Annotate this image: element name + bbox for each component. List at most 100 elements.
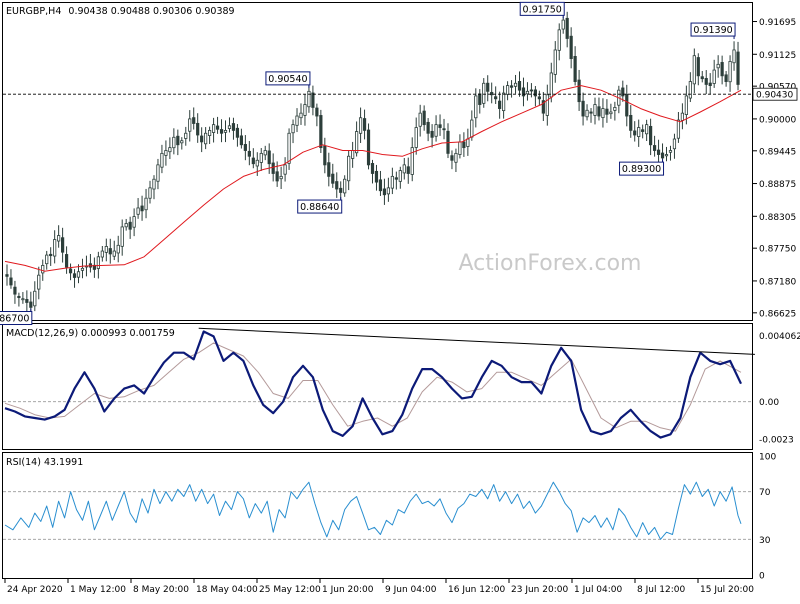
candle-body — [136, 207, 140, 215]
candle-body — [374, 170, 379, 183]
candle-body — [676, 119, 681, 139]
annotation-label: 0.91750 — [523, 4, 562, 15]
candle-body — [156, 164, 160, 182]
annotation-label: 0.90540 — [268, 74, 307, 85]
candle-body — [613, 107, 617, 111]
rsi-y-tick-label: 0 — [759, 572, 765, 582]
candle-body — [358, 117, 363, 134]
candle-body — [291, 124, 295, 134]
symbol-label: EURGBP,H4 — [6, 6, 61, 17]
candle-body — [339, 187, 343, 193]
candle-body — [410, 147, 414, 175]
candle-body — [251, 157, 255, 165]
candle-body — [470, 119, 474, 138]
candle-body — [732, 49, 736, 64]
price-y-tick-label: 0.88305 — [759, 213, 796, 223]
candle-body — [621, 87, 625, 97]
candle-body — [168, 147, 172, 153]
candle-body — [96, 256, 100, 269]
x-tick-label: 9 Jun 04:00 — [385, 585, 437, 595]
x-tick-label: 16 Jun 12:00 — [448, 585, 505, 595]
candle-body — [601, 108, 605, 119]
watermark: ActionForex.com — [459, 251, 642, 276]
candle-body — [64, 254, 69, 268]
candle-body — [263, 150, 267, 156]
candle-body — [255, 159, 259, 167]
candle-body — [5, 274, 9, 277]
candle-body — [708, 82, 712, 86]
candle-body — [45, 254, 49, 265]
annotation-label: 0.86700 — [0, 314, 29, 325]
price-panel-title: EURGBP,H4 0.90438 0.90488 0.90306 0.9038… — [6, 6, 235, 17]
candle-body — [418, 112, 422, 127]
candle-body — [160, 152, 164, 168]
candle-body — [629, 114, 633, 131]
candle-body — [498, 100, 502, 109]
candle-body — [231, 123, 236, 131]
candle-body — [672, 138, 677, 150]
candle-body — [112, 250, 116, 257]
candle-body — [259, 152, 263, 163]
chart-canvas[interactable]: 0.916950.911250.905700.900000.894450.888… — [0, 0, 800, 600]
price-y-tick-label: 0.91695 — [759, 18, 796, 28]
annotation-label: 0.89300 — [622, 164, 661, 175]
candle-body — [529, 89, 534, 92]
candle-body — [517, 81, 522, 91]
candle-body — [394, 177, 398, 180]
price-y-tick-label: 0.86625 — [759, 309, 796, 319]
x-tick-label: 8 Jul 12:00 — [637, 585, 686, 595]
candle-body — [390, 175, 394, 189]
candle-body — [724, 74, 728, 82]
candle-body — [80, 267, 85, 271]
annotation-label: 0.91390 — [693, 25, 732, 36]
candle-body — [347, 155, 351, 182]
candle-body — [482, 82, 486, 104]
candle-body — [736, 51, 740, 85]
candle-body — [53, 239, 57, 257]
candle-body — [108, 248, 112, 255]
candle-body — [545, 94, 549, 116]
x-tick-label: 1 May 12:00 — [70, 585, 126, 595]
candle-body — [505, 85, 510, 95]
candle-body — [478, 93, 482, 105]
candle-body — [454, 152, 458, 163]
candle-body — [311, 92, 315, 108]
candle-body — [557, 29, 561, 51]
candle-body — [680, 112, 684, 121]
candle-body — [200, 135, 204, 143]
candle-body — [700, 76, 704, 80]
candle-body — [422, 110, 426, 126]
candle-body — [148, 187, 152, 199]
candle-body — [164, 150, 168, 156]
candle-body — [605, 108, 609, 115]
candle-body — [223, 129, 228, 133]
candle-body — [140, 205, 144, 212]
candle-body — [172, 136, 176, 149]
candle-body — [386, 187, 390, 195]
current-price-label: 0.90430 — [756, 91, 793, 101]
candle-body — [343, 178, 347, 194]
candle-body — [188, 118, 192, 132]
candle-body — [303, 104, 307, 116]
candle-body — [61, 237, 65, 253]
candle-body — [728, 61, 732, 83]
candle-body — [331, 173, 335, 184]
candle-body — [116, 244, 120, 254]
candle-body — [704, 78, 708, 85]
candle-body — [637, 127, 641, 137]
candle-body — [208, 129, 212, 136]
candle-body — [13, 286, 17, 295]
x-tick-label: 1 Jun 20:00 — [322, 585, 374, 595]
candle-body — [327, 162, 331, 177]
rsi-panel-title: RSI(14) 43.1991 — [6, 457, 83, 468]
candle-body — [474, 95, 478, 119]
candle-body — [573, 56, 577, 82]
rsi-y-tick-label: 70 — [759, 488, 771, 498]
price-y-tick-label: 0.89445 — [759, 147, 796, 157]
candle-body — [398, 170, 402, 182]
candle-body — [239, 135, 243, 146]
candle-body — [688, 81, 692, 99]
x-tick-label: 18 May 04:00 — [196, 585, 258, 595]
candle-body — [513, 82, 518, 87]
candle-body — [696, 57, 700, 77]
